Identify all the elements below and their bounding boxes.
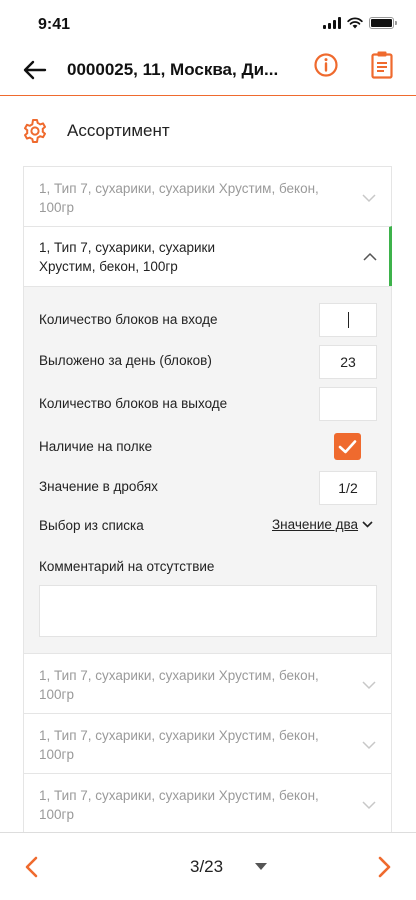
list-item-expanded[interactable]: 1, Тип 7, сухарики, сухарики Хрустим, бе… xyxy=(23,226,392,286)
chevron-up-icon xyxy=(363,252,377,261)
section-title: Ассортимент xyxy=(67,121,170,140)
back-button[interactable] xyxy=(20,52,50,88)
status-time: 9:41 xyxy=(38,16,71,33)
chevron-down-icon xyxy=(362,801,376,810)
list-item-label: 1, Тип 7, сухарики, сухарики Хрустим, бе… xyxy=(39,728,319,762)
chevron-down-icon xyxy=(362,681,376,690)
info-circle-icon xyxy=(314,53,338,77)
list-item-label: 1, Тип 7, сухарики, сухарики Хрустим, бе… xyxy=(39,788,319,822)
list-item-label: 1, Тип 7, сухарики, сухарики Хрустим, бе… xyxy=(39,240,215,274)
clipboard-icon xyxy=(371,51,393,79)
list-item-label: 1, Тип 7, сухарики, сухарики Хрустим, бе… xyxy=(39,181,319,215)
pager-bar: 3/23 xyxy=(0,832,416,900)
on-shelf-label: Наличие на полке xyxy=(39,439,153,454)
chevron-right-icon xyxy=(378,856,391,878)
chevron-left-icon xyxy=(25,856,38,878)
arrow-left-icon xyxy=(23,60,47,80)
page-indicator: 3/23 xyxy=(190,857,224,876)
gear-icon xyxy=(24,119,46,143)
status-icons xyxy=(323,17,397,29)
fraction-field[interactable]: 1/2 xyxy=(319,471,377,505)
next-button[interactable] xyxy=(374,855,394,879)
assortment-list: 1, Тип 7, сухарики, сухарики Хрустим, бе… xyxy=(23,166,392,833)
laid-out-field[interactable]: 23 xyxy=(319,345,377,379)
info-button[interactable] xyxy=(312,51,340,79)
list-item[interactable]: 1, Тип 7, сухарики, сухарики Хрустим, бе… xyxy=(23,653,392,713)
list-select-label: Выбор из списка xyxy=(39,518,144,533)
wifi-icon xyxy=(347,17,363,29)
list-item[interactable]: 1, Тип 7, сухарики, сухарики Хрустим, бе… xyxy=(23,166,392,226)
list-select[interactable]: Значение два xyxy=(272,517,373,532)
blocks-in-label: Количество блоков на входе xyxy=(39,312,218,327)
chevron-down-icon xyxy=(362,741,376,750)
comment-label: Комментарий на отсутствие xyxy=(39,559,215,574)
fraction-label: Значение в дробях xyxy=(39,479,158,494)
blocks-in-field[interactable] xyxy=(319,303,377,337)
page-title: 0000025, 11, Москва, Ди... xyxy=(67,60,279,79)
app-header: 0000025, 11, Москва, Ди... xyxy=(0,44,416,96)
section-header: Ассортимент xyxy=(0,112,416,152)
checkmark-icon xyxy=(338,440,357,454)
prev-button[interactable] xyxy=(22,855,42,879)
list-item[interactable]: 1, Тип 7, сухарики, сухарики Хрустим, бе… xyxy=(23,773,392,833)
text-cursor xyxy=(347,312,349,328)
item-details: Количество блоков на входе Выложено за д… xyxy=(23,286,392,653)
caret-down-icon[interactable] xyxy=(254,862,268,871)
on-shelf-checkbox[interactable] xyxy=(334,433,361,460)
status-bar: 9:41 xyxy=(0,0,416,44)
chevron-down-icon xyxy=(362,194,376,203)
blocks-out-field[interactable] xyxy=(319,387,377,421)
list-select-value: Значение два xyxy=(272,517,359,532)
list-item[interactable]: 1, Тип 7, сухарики, сухарики Хрустим, бе… xyxy=(23,713,392,773)
comment-textarea[interactable] xyxy=(39,585,377,637)
battery-icon xyxy=(369,17,397,29)
cellular-signal-icon xyxy=(323,17,341,29)
list-item-label: 1, Тип 7, сухарики, сухарики Хрустим, бе… xyxy=(39,668,319,702)
chevron-down-icon xyxy=(362,521,373,528)
laid-out-label: Выложено за день (блоков) xyxy=(39,353,212,368)
blocks-out-label: Количество блоков на выходе xyxy=(39,396,228,411)
clipboard-button[interactable] xyxy=(368,49,396,81)
